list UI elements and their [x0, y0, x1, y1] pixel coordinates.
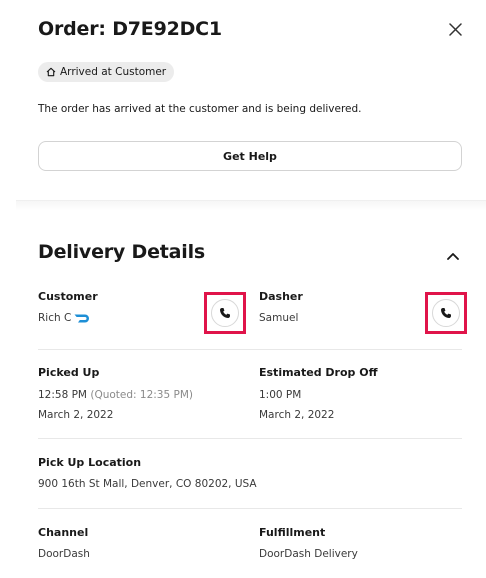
- customer-name: Rich C: [38, 312, 72, 324]
- collapse-section-button[interactable]: [443, 246, 463, 266]
- pickup-location-label: Pick Up Location: [38, 456, 142, 469]
- customer-name-row: Rich C: [38, 312, 91, 324]
- customer-label: Customer: [38, 290, 98, 303]
- doordash-logo: [74, 314, 91, 323]
- phone-icon: [441, 308, 451, 318]
- channel-value: DoorDash: [38, 548, 90, 560]
- pickup-location-address: 900 16th St Mall, Denver, CO 80202, USA: [38, 478, 257, 490]
- fulfillment-value: DoorDash Delivery: [259, 548, 358, 560]
- fulfillment-label: Fulfillment: [259, 526, 326, 539]
- status-badge: Arrived at Customer: [38, 62, 175, 82]
- divider: [38, 349, 462, 350]
- order-details-panel: Order: D7E92DC1 Arrived at Customer The …: [0, 0, 486, 578]
- close-button[interactable]: [444, 18, 466, 40]
- chevron-up-icon: [447, 253, 459, 260]
- order-status-description: The order has arrived at the customer an…: [38, 103, 362, 115]
- estimated-drop-off-date: March 2, 2022: [259, 409, 335, 421]
- picked-up-time: 12:58 PM: [38, 389, 87, 401]
- divider: [38, 508, 462, 509]
- phone-icon: [220, 308, 230, 318]
- delivery-details-title: Delivery Details: [38, 241, 206, 263]
- section-separator: [16, 200, 486, 211]
- quoted-time: (Quoted: 12:35 PM): [90, 389, 193, 401]
- channel-label: Channel: [38, 526, 89, 539]
- order-title: Order: D7E92DC1: [38, 18, 222, 40]
- dasher-name: Samuel: [259, 312, 299, 324]
- call-dasher-button[interactable]: [425, 292, 467, 334]
- get-help-button[interactable]: Get Help: [38, 141, 462, 171]
- home-icon: [46, 67, 56, 77]
- call-customer-button[interactable]: [204, 292, 246, 334]
- divider: [38, 438, 462, 439]
- estimated-drop-off-time: 1:00 PM: [259, 389, 302, 401]
- picked-up-label: Picked Up: [38, 366, 100, 379]
- dasher-label: Dasher: [259, 290, 303, 303]
- picked-up-time-row: 12:58 PM (Quoted: 12:35 PM): [38, 389, 193, 401]
- picked-up-date: March 2, 2022: [38, 409, 114, 421]
- status-badge-label: Arrived at Customer: [60, 66, 167, 78]
- estimated-drop-off-label: Estimated Drop Off: [259, 366, 378, 379]
- close-icon: [448, 22, 462, 36]
